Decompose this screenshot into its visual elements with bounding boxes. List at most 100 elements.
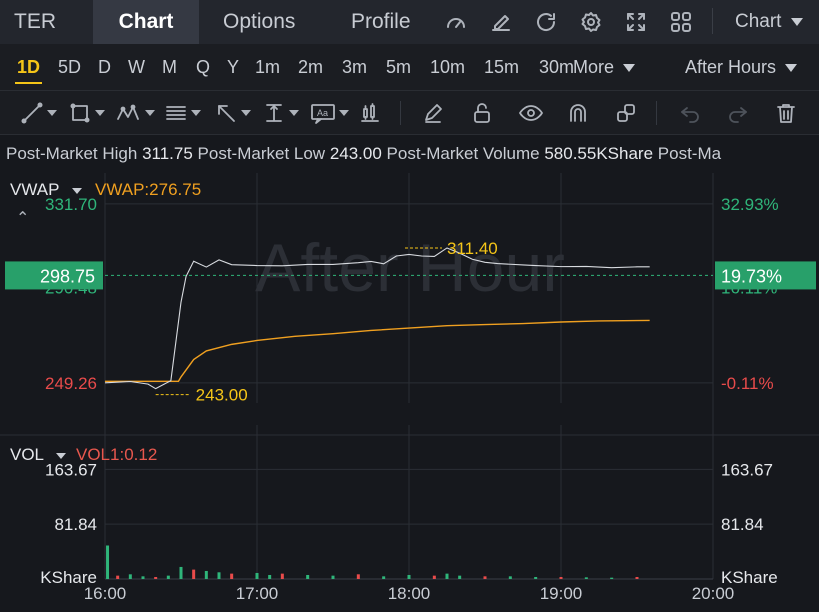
candles-icon [361, 103, 379, 122]
chart-menu-button[interactable]: Chart [735, 0, 803, 44]
vol-indicator-name: VOL [10, 445, 44, 464]
trend-line-tool[interactable] [20, 100, 57, 126]
volume-bar [483, 576, 487, 579]
toolbar-divider [712, 8, 713, 34]
eye-icon [519, 105, 543, 121]
grid-layout-icon[interactable] [667, 8, 695, 36]
vol-value: VOL1:0.12 [76, 445, 158, 464]
eye-tool[interactable] [518, 100, 544, 126]
volume-bar [141, 576, 145, 579]
volume-bar [280, 573, 284, 579]
rectangle-tool[interactable] [68, 100, 105, 126]
tab-options[interactable]: Options [223, 0, 295, 44]
undo-button[interactable] [678, 100, 702, 126]
vol-tick-label: 163.67 [721, 460, 773, 479]
arrow-tool[interactable] [214, 100, 251, 126]
volume-bar [445, 573, 449, 579]
percent-tick-label: -0.11% [721, 374, 774, 393]
period-q[interactable]: Q [196, 44, 210, 90]
volume-bar [217, 572, 221, 579]
stat-label: Post-Ma [657, 144, 722, 163]
more-periods-button[interactable]: More [573, 44, 636, 90]
gauge-icon[interactable] [442, 8, 470, 36]
period-d[interactable]: D [98, 44, 111, 90]
volume-bar [128, 574, 132, 579]
low-marker-label: 243.00 [196, 386, 248, 405]
vol-tick-label: 81.84 [721, 515, 764, 534]
volume-bars [106, 545, 639, 579]
caret-down-icon [241, 110, 251, 116]
current-price-label: 298.75 [40, 266, 95, 286]
refresh-icon[interactable] [532, 8, 560, 36]
volume-bar [610, 577, 614, 579]
arrow-icon [218, 105, 235, 122]
delete-drawings-button[interactable] [774, 100, 798, 126]
measure-tool[interactable] [262, 100, 299, 126]
magnet-tool[interactable] [566, 100, 590, 126]
text-annotation-icon: Aa [311, 104, 335, 124]
pattern-icon [117, 104, 139, 120]
volume-bar [559, 576, 563, 579]
collapse-panel-chevron-icon[interactable]: ⌃ [16, 208, 29, 228]
candles-tool[interactable] [358, 100, 382, 126]
period-1m[interactable]: 1m [255, 44, 280, 90]
measure-icon [266, 104, 282, 122]
period-w[interactable]: W [128, 44, 145, 90]
period-1d[interactable]: 1D [14, 44, 43, 90]
volume-bar [230, 573, 234, 579]
period-30m[interactable]: 30m [539, 44, 574, 90]
period-15m[interactable]: 15m [484, 44, 519, 90]
volume-bar [432, 575, 436, 579]
volume-bar [382, 576, 386, 579]
period-y[interactable]: Y [227, 44, 239, 90]
fullscreen-icon[interactable] [622, 8, 650, 36]
vol-tick-label: 81.84 [54, 515, 97, 534]
period-5m[interactable]: 5m [386, 44, 411, 90]
session-dropdown[interactable]: After Hours [685, 44, 798, 90]
volume-bar [635, 576, 639, 579]
text-annotation-tool[interactable]: Aa [310, 100, 349, 126]
volume-bar [179, 566, 183, 579]
draw-edit-icon[interactable] [487, 8, 515, 36]
price-chart[interactable]: 16:00 17:00 18:00 19:00 20:00331.70249.2632.… [0, 173, 819, 612]
volume-bar [331, 575, 335, 579]
vwap-series [105, 319, 650, 382]
caret-down-icon [785, 64, 798, 73]
post-market-volume: 580.55KShare [544, 144, 654, 163]
stat-label: Post-Market Volume [386, 144, 540, 163]
caret-down-icon [289, 110, 299, 116]
chevron-down-icon [790, 17, 803, 26]
magnet-icon [570, 104, 586, 122]
tab-profile[interactable]: Profile [351, 0, 411, 44]
ticker-symbol[interactable]: TER [14, 0, 56, 44]
pencil-tool[interactable] [421, 100, 445, 126]
main-indicator-selector[interactable]: VWAP [10, 180, 82, 200]
period-m[interactable]: M [162, 44, 177, 90]
lock-icon [474, 103, 490, 123]
tab-chart[interactable]: Chart [93, 0, 199, 44]
fib-tool[interactable] [164, 100, 201, 126]
stat-label: Post-Market High [6, 144, 138, 163]
volume-bar [458, 575, 462, 579]
period-selector: 1D 5D D W M Q Y 1m 2m 3m 5m 10m 15m 30m … [0, 44, 819, 90]
period-10m[interactable]: 10m [430, 44, 465, 90]
volume-bar [192, 569, 196, 579]
redo-button[interactable] [726, 100, 750, 126]
trend-line-icon [21, 102, 43, 124]
pattern-tool[interactable] [116, 100, 155, 126]
period-3m[interactable]: 3m [342, 44, 367, 90]
after-hours-watermark: After Hour [255, 230, 565, 306]
current-percent-label: 19.73% [721, 266, 782, 286]
fib-icon [166, 106, 186, 120]
settings-icon[interactable] [577, 8, 605, 36]
post-market-high: 311.75 [142, 144, 193, 163]
vol-indicator-selector[interactable]: VOL [10, 445, 67, 465]
undo-icon [681, 107, 699, 123]
period-2m[interactable]: 2m [298, 44, 323, 90]
period-5d[interactable]: 5D [58, 44, 81, 90]
lock-tool[interactable] [470, 100, 494, 126]
link-tool[interactable] [614, 100, 638, 126]
caret-down-icon [339, 110, 349, 116]
caret-down-icon [71, 187, 82, 194]
x-tick-label: 19:00 [540, 584, 583, 603]
